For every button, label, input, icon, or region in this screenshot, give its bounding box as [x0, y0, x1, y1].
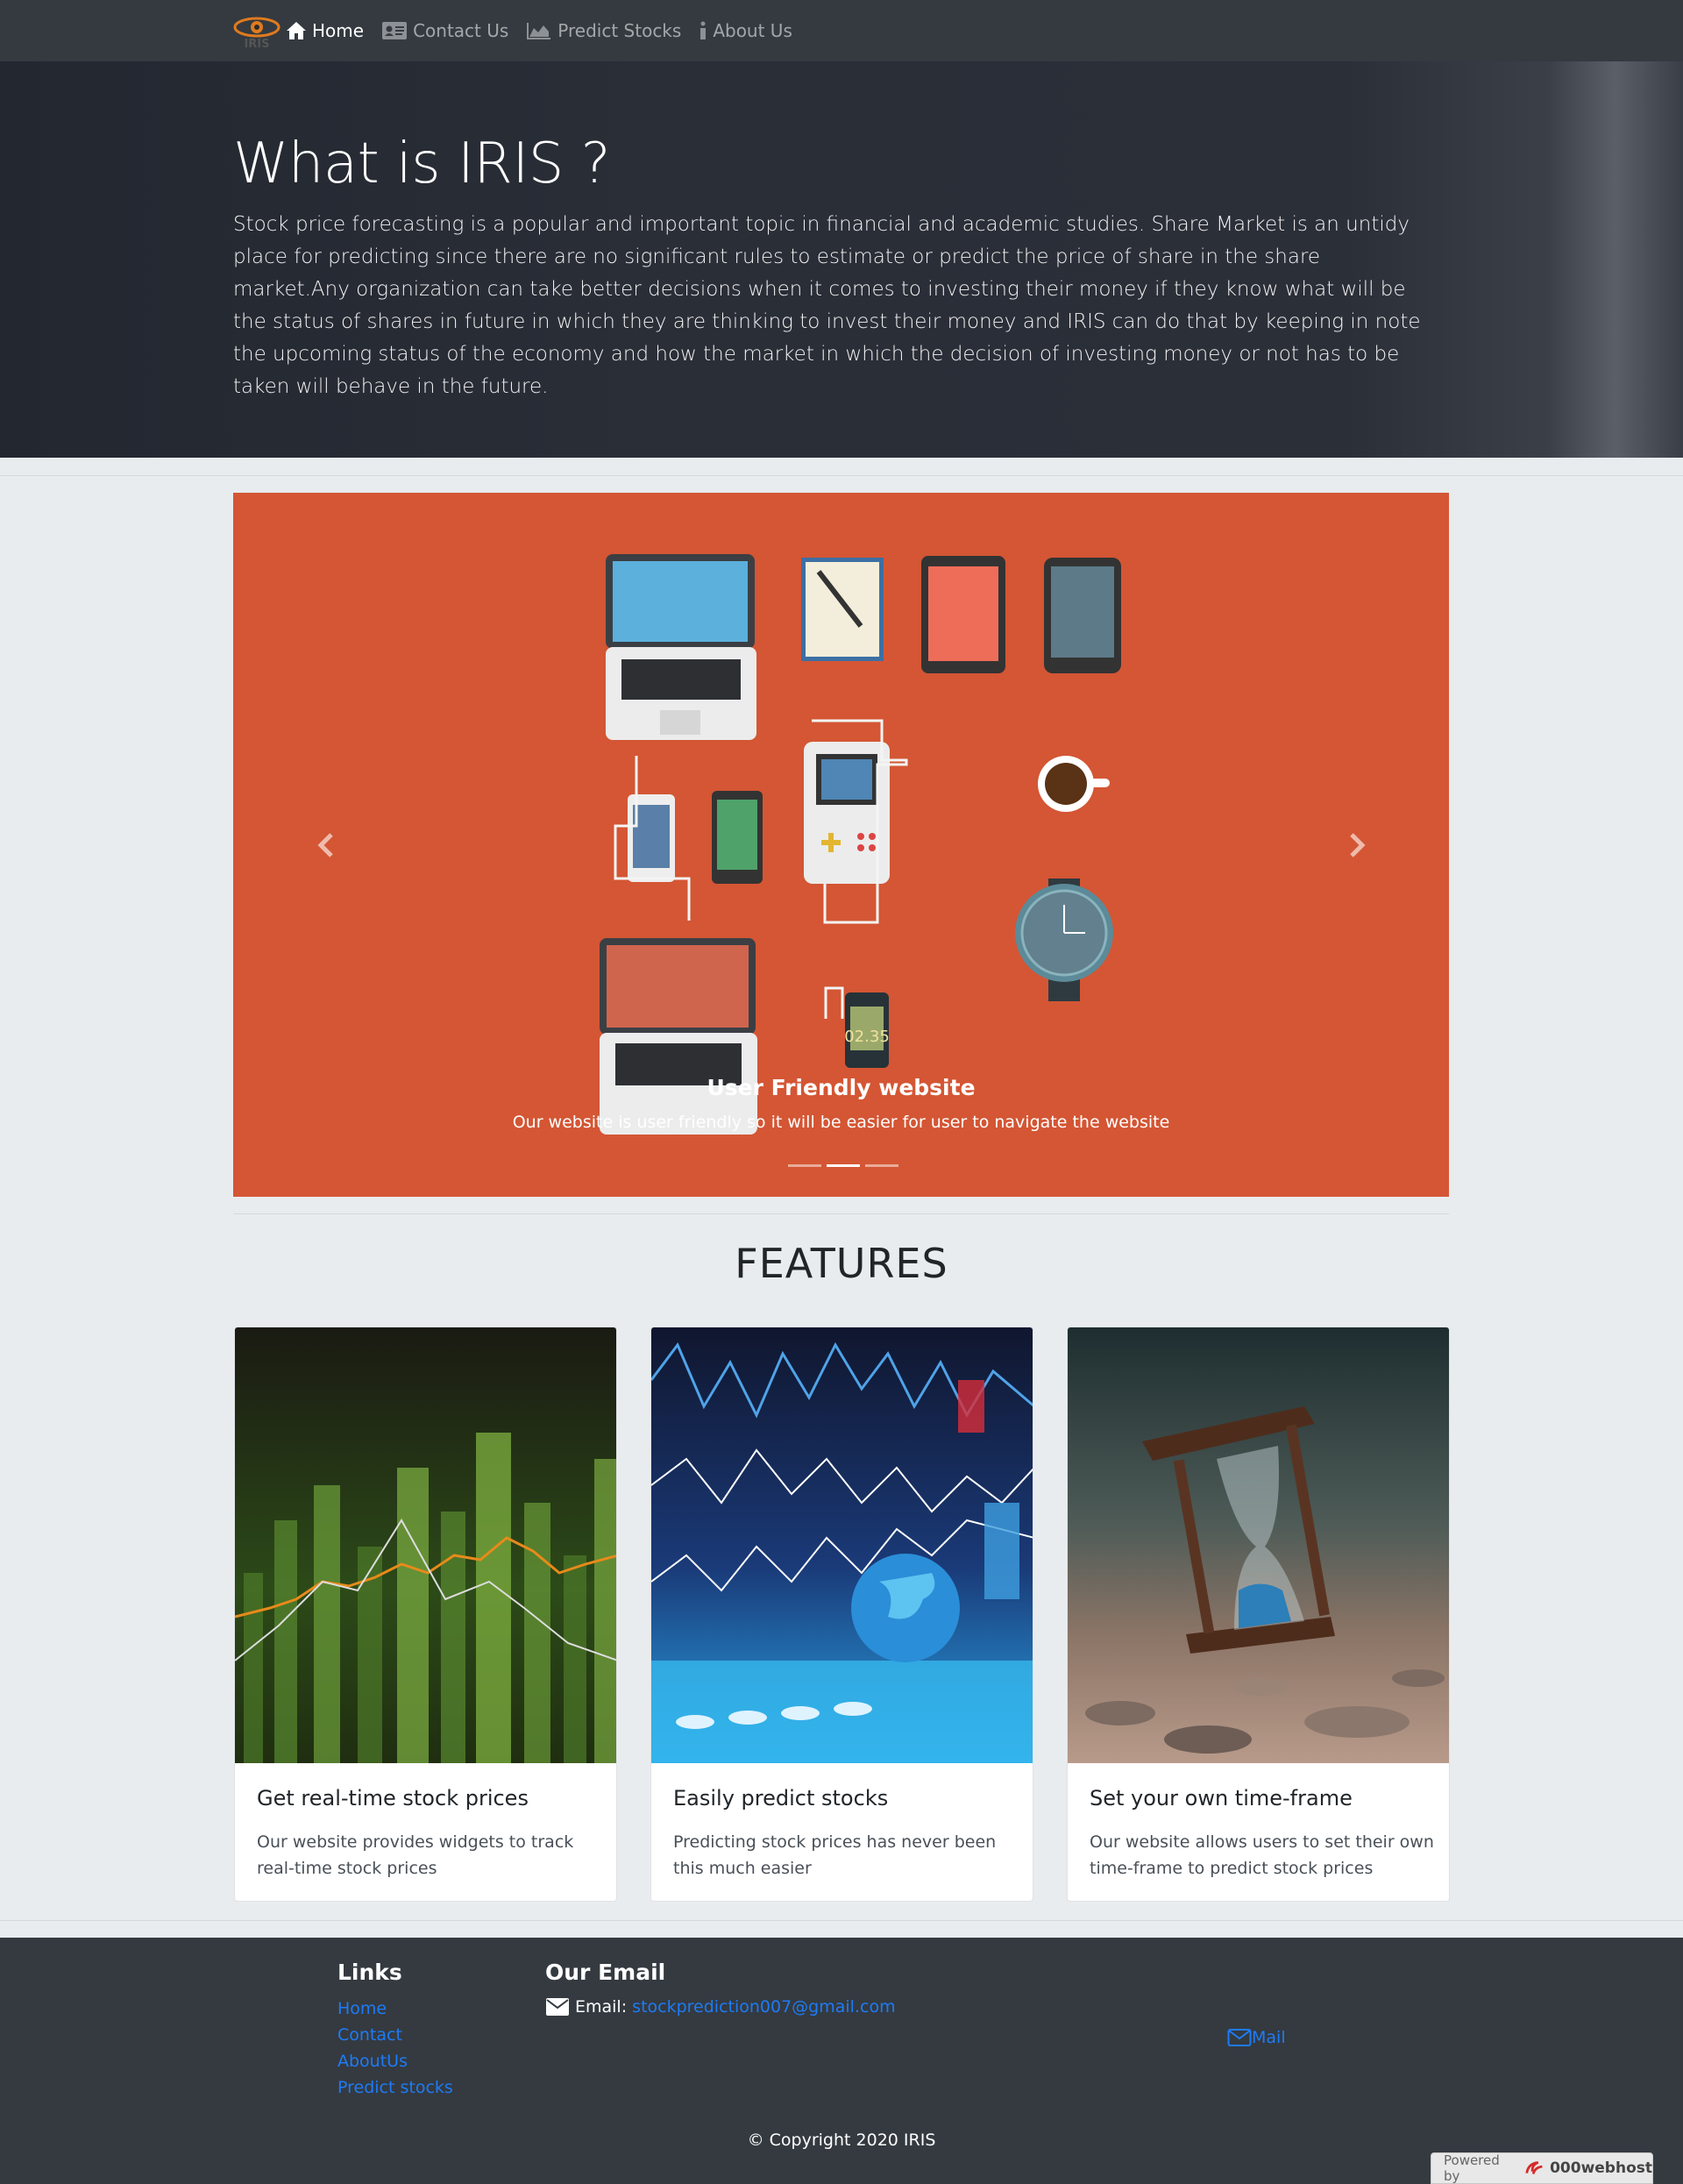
envelope-icon: [546, 1998, 569, 2016]
footer-links-heading: Links: [337, 1960, 402, 1985]
iris-logo[interactable]: IRIS: [233, 13, 280, 48]
area-chart-icon: [527, 23, 551, 39]
carousel-indicator-3[interactable]: [865, 1164, 898, 1167]
card-text: Our website allows users to set their ow…: [1090, 1832, 1434, 1878]
feature-card-predict: Easily predict stocks Predicting stock p…: [650, 1327, 1033, 1902]
host-logo-icon: [1525, 2161, 1543, 2174]
nav-contact-label: Contact Us: [413, 20, 509, 41]
carousel-indicators: [785, 1164, 901, 1167]
carousel-caption-text: Our website is user friendly so it will …: [512, 1113, 1170, 1132]
footer-link-about[interactable]: AboutUs: [337, 2052, 408, 2071]
contact-card-icon: [382, 22, 408, 39]
card-text: Predicting stock prices has never been t…: [673, 1832, 997, 1878]
nav-home[interactable]: Home: [286, 20, 364, 41]
footer-email-heading: Our Email: [545, 1960, 666, 1985]
copyright: © Copyright 2020 IRIS: [747, 2131, 936, 2150]
nav-predict-label: Predict Stocks: [557, 20, 682, 41]
stock-chart-image: [235, 1327, 616, 1763]
mail-link-label: Mail: [1252, 2028, 1286, 2047]
host-name: 000webhost: [1550, 2159, 1652, 2177]
info-icon: [700, 21, 707, 39]
carousel: 02.35 User Friendly website Our website …: [233, 493, 1449, 1197]
home-icon: [287, 22, 306, 39]
footer-email-row: Email: stockprediction007@gmail.com: [545, 1997, 896, 2017]
card-title: Set your own time-frame: [1090, 1786, 1353, 1811]
nav-home-label: Home: [312, 20, 365, 41]
carousel-indicator-1[interactable]: [788, 1164, 821, 1167]
hourglass-image: [1068, 1327, 1449, 1763]
email-address-link[interactable]: stockprediction007@gmail.com: [632, 1997, 895, 2017]
feature-card-timeframe: Set your own time-frame Our website allo…: [1067, 1327, 1450, 1902]
divider: [233, 1213, 1449, 1214]
navbar: IRIS Home Contact Us Predict Stocks Abou…: [0, 0, 1683, 61]
divider: [0, 475, 1683, 476]
carousel-prev-button[interactable]: [300, 819, 352, 871]
watch-time: 02.35: [844, 1028, 890, 1046]
hero-text: Stock price forecasting is a popular and…: [233, 213, 1421, 398]
svg-text:IRIS: IRIS: [244, 38, 269, 48]
feature-card-realtime: Get real-time stock prices Our website p…: [234, 1327, 617, 1902]
powered-by-badge[interactable]: Powered by 000webhost: [1431, 2152, 1653, 2184]
card-title: Easily predict stocks: [673, 1786, 889, 1811]
email-label: Email:: [575, 1997, 628, 2017]
stock-data-globe-image: [651, 1327, 1033, 1763]
nav-about[interactable]: About Us: [699, 20, 792, 41]
footer-link-contact[interactable]: Contact: [337, 2025, 402, 2045]
carousel-caption-title: User Friendly website: [707, 1075, 976, 1100]
carousel-next-button[interactable]: [1331, 819, 1383, 871]
mail-link[interactable]: Mail: [1227, 2028, 1286, 2047]
carousel-indicator-2[interactable]: [827, 1164, 860, 1167]
card-text: Our website provides widgets to track re…: [257, 1832, 574, 1878]
features-title: FEATURES: [735, 1240, 948, 1287]
hero-title: What is IRIS ?: [233, 132, 611, 196]
nav-predict[interactable]: Predict Stocks: [526, 20, 681, 41]
nav-contact[interactable]: Contact Us: [381, 20, 508, 41]
card-title: Get real-time stock prices: [257, 1786, 529, 1811]
chevron-right-icon: [1350, 833, 1366, 857]
nav-about-label: About Us: [713, 20, 792, 41]
footer: Links Home Contact AboutUs Predict stock…: [0, 1938, 1683, 2184]
envelope-outline-icon: [1227, 2029, 1252, 2046]
powered-by-label: Powered by: [1444, 2152, 1500, 2184]
divider: [0, 1920, 1683, 1921]
footer-link-home[interactable]: Home: [337, 1999, 387, 2018]
chevron-left-icon: [317, 833, 333, 857]
hero-jumbotron: What is IRIS ? Stock price forecasting i…: [0, 61, 1683, 458]
footer-link-predict[interactable]: Predict stocks: [337, 2078, 453, 2097]
